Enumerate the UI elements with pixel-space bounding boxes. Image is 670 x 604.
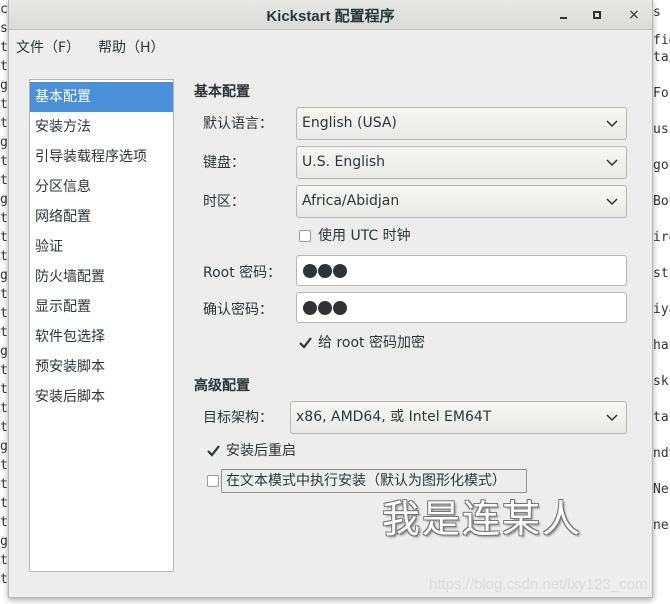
url-watermark: https://blog.csdn.net/lxy123_com (429, 576, 648, 593)
encrypt-checkbox-row[interactable]: 给 root 密码加密 (299, 333, 499, 353)
terminal-line: gon (653, 158, 670, 173)
terminal-line: hau (653, 338, 670, 353)
utc-checkbox[interactable] (299, 230, 311, 242)
minimize-button[interactable] (553, 5, 573, 25)
sidebar-item-auth[interactable]: 验证 (30, 232, 173, 262)
terminal-line: st (653, 266, 669, 281)
minimize-icon (559, 17, 567, 19)
close-button[interactable]: × (624, 5, 644, 25)
root-password-label: Root 密码： (203, 265, 282, 281)
sidebar-item-preinstall[interactable]: 预安装脚本 (30, 352, 173, 382)
background-terminal-right: s fig ta/ For usi gon Bou iro st iya hau… (652, 0, 670, 604)
timezone-label: 时区： (203, 194, 245, 210)
terminal-line: sk (653, 374, 669, 389)
checkmark-icon (299, 337, 312, 349)
category-list: 基本配置 安装方法 引导装载程序选项 分区信息 网络配置 验证 防火墙配置 显示… (29, 79, 174, 572)
chevron-down-icon (606, 120, 618, 128)
menu-bar: 文件（F） 帮助（H） (9, 31, 652, 61)
terminal-line: iya (653, 302, 670, 317)
terminal-line: Bou (653, 194, 670, 209)
timezone-dropdown[interactable]: Africa/Abidjan (296, 185, 627, 218)
menu-help[interactable]: 帮助（H） (98, 37, 165, 57)
textmode-checkbox[interactable] (207, 475, 219, 487)
menu-file[interactable]: 文件（F） (16, 37, 80, 57)
timezone-value: Africa/Abidjan (302, 193, 400, 209)
root-password-input[interactable] (296, 255, 627, 286)
sidebar-item-bootloader[interactable]: 引导装载程序选项 (30, 142, 173, 172)
handwritten-watermark: 我是连某人 (382, 497, 583, 541)
utc-checkbox-row[interactable]: 使用 UTC 时钟 (299, 226, 499, 246)
checkmark-icon (207, 445, 220, 457)
sidebar-item-firewall[interactable]: 防火墙配置 (30, 262, 173, 292)
reboot-label: 安装后重启 (226, 443, 296, 459)
language-value: English (USA) (302, 115, 397, 131)
language-label: 默认语言： (203, 116, 273, 132)
sidebar-item-display[interactable]: 显示配置 (30, 292, 173, 322)
terminal-line: ne (653, 518, 669, 533)
sidebar-item-postinstall[interactable]: 安装后脚本 (30, 382, 173, 412)
basic-section-title: 基本配置 (194, 84, 250, 100)
keyboard-dropdown[interactable]: U.S. English (296, 146, 627, 179)
keyboard-value: U.S. English (302, 154, 386, 170)
arch-dropdown[interactable]: x86, AMD64, 或 Intel EM64T (290, 401, 627, 434)
password-dots (303, 301, 348, 315)
close-icon: × (628, 7, 640, 23)
chevron-down-icon (606, 414, 618, 422)
terminal-line: Ne (653, 482, 669, 497)
maximize-button[interactable] (587, 5, 607, 25)
reboot-checkbox[interactable] (207, 445, 220, 457)
arch-value: x86, AMD64, 或 Intel EM64T (296, 409, 492, 425)
sidebar-item-packages[interactable]: 软件包选择 (30, 322, 173, 352)
utc-label: 使用 UTC 时钟 (318, 228, 411, 244)
language-dropdown[interactable]: English (USA) (296, 107, 627, 140)
confirm-password-label: 确认密码： (203, 302, 273, 318)
sidebar-item-install-method[interactable]: 安装方法 (30, 112, 173, 142)
title-bar[interactable]: Kickstart 配置程序 × (9, 0, 652, 30)
keyboard-label: 键盘： (203, 155, 245, 171)
advanced-section-title: 高级配置 (194, 378, 250, 394)
terminal-line: iro (653, 230, 670, 245)
terminal-line: ta/ (653, 50, 670, 65)
maximize-icon (593, 11, 601, 19)
sidebar-item-basic[interactable]: 基本配置 (30, 82, 173, 112)
encrypt-checkbox[interactable] (299, 337, 312, 349)
terminal-line: s (653, 5, 661, 20)
terminal-line: fig (653, 33, 670, 48)
terminal-line: For (653, 86, 670, 101)
chevron-down-icon (606, 159, 618, 167)
terminal-line: ta (653, 410, 669, 425)
password-dots (303, 264, 348, 278)
terminal-line: usi (653, 122, 670, 137)
chevron-down-icon (606, 198, 618, 206)
confirm-password-input[interactable] (296, 292, 627, 323)
encrypt-label: 给 root 密码加密 (318, 335, 425, 351)
arch-label: 目标架构： (203, 410, 273, 426)
reboot-checkbox-row[interactable]: 安装后重启 (207, 441, 357, 461)
sidebar-item-partition[interactable]: 分区信息 (30, 172, 173, 202)
terminal-line: ndy (653, 446, 670, 461)
sidebar-item-network[interactable]: 网络配置 (30, 202, 173, 232)
